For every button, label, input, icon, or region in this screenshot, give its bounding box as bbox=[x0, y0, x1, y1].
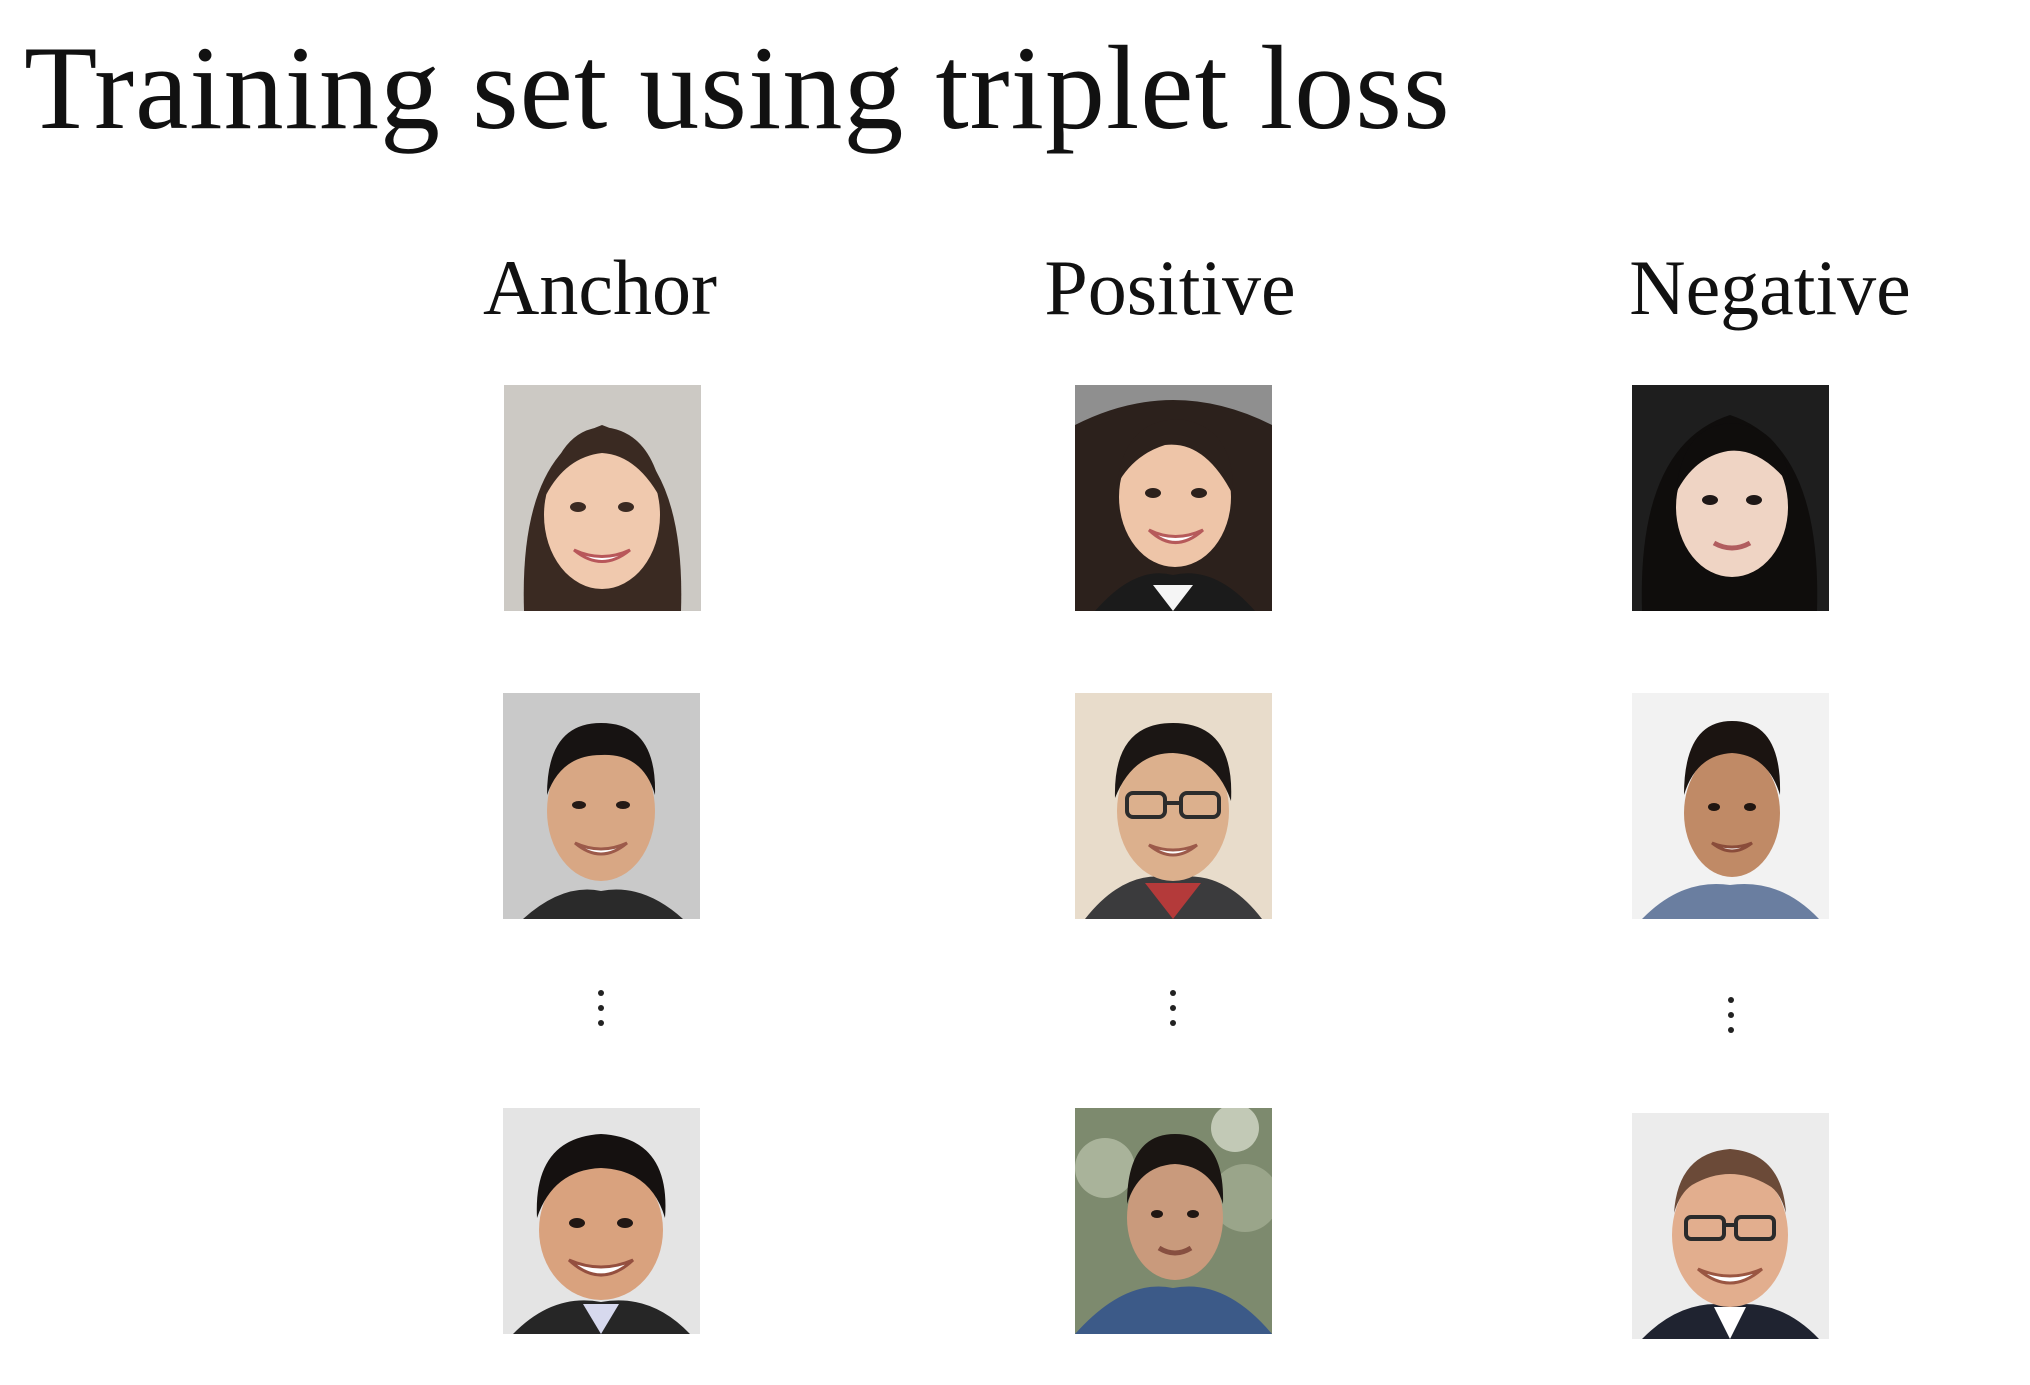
face-photo-positive-3 bbox=[1075, 1108, 1272, 1334]
face-photo-anchor-3 bbox=[503, 1108, 700, 1334]
face-photo-icon bbox=[1632, 693, 1829, 919]
face-photo-icon bbox=[1075, 693, 1272, 919]
face-photo-icon bbox=[1075, 1108, 1272, 1334]
face-photo-negative-2 bbox=[1632, 693, 1829, 919]
ellipsis-positive-column bbox=[1163, 990, 1183, 1026]
vertical-ellipsis-icon bbox=[598, 1020, 604, 1026]
face-photo-icon bbox=[1075, 385, 1272, 611]
ellipsis-anchor-column bbox=[591, 990, 611, 1026]
vertical-ellipsis-icon bbox=[598, 990, 604, 996]
vertical-ellipsis-icon bbox=[1170, 1005, 1176, 1011]
slide-title: Training set using triplet loss bbox=[24, 21, 1451, 154]
vertical-ellipsis-icon bbox=[1728, 997, 1734, 1003]
face-photo-icon bbox=[503, 1108, 700, 1334]
face-photo-icon bbox=[503, 693, 700, 919]
face-photo-positive-1 bbox=[1075, 385, 1272, 611]
vertical-ellipsis-icon bbox=[1170, 1020, 1176, 1026]
face-photo-negative-1 bbox=[1632, 385, 1829, 611]
face-photo-negative-3 bbox=[1632, 1113, 1829, 1339]
column-header-positive: Positive bbox=[1044, 244, 1296, 331]
vertical-ellipsis-icon bbox=[1728, 1012, 1734, 1018]
column-header-negative: Negative bbox=[1629, 244, 1911, 331]
ellipsis-negative-column bbox=[1721, 997, 1741, 1033]
face-photo-anchor-1 bbox=[504, 385, 701, 611]
column-header-anchor: Anchor bbox=[483, 244, 717, 331]
face-photo-icon bbox=[504, 385, 701, 611]
vertical-ellipsis-icon bbox=[598, 1005, 604, 1011]
vertical-ellipsis-icon bbox=[1728, 1027, 1734, 1033]
face-photo-icon bbox=[1632, 1113, 1829, 1339]
vertical-ellipsis-icon bbox=[1170, 990, 1176, 996]
face-photo-anchor-2 bbox=[503, 693, 700, 919]
face-photo-positive-2 bbox=[1075, 693, 1272, 919]
face-photo-icon bbox=[1632, 385, 1829, 611]
